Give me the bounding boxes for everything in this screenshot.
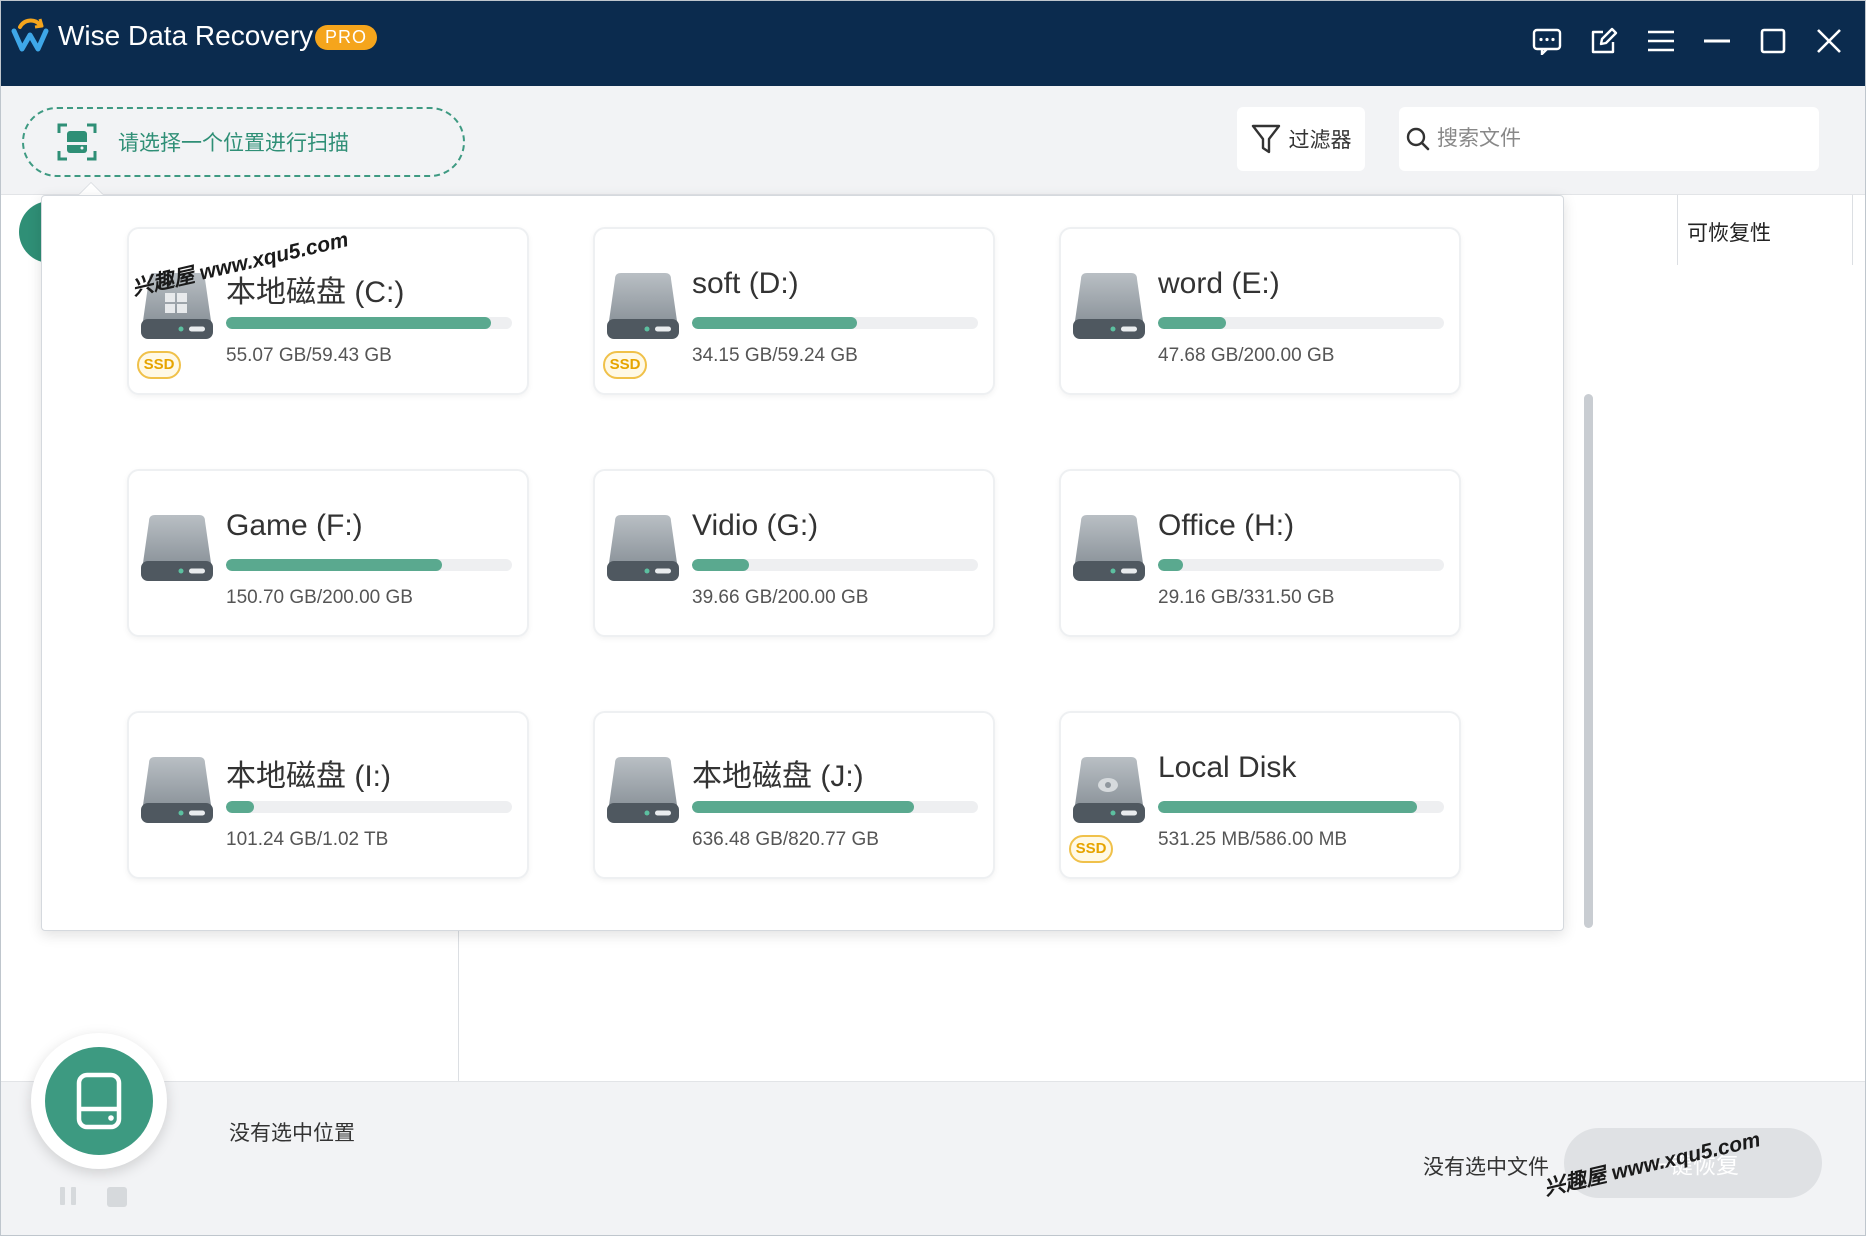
drive-usage: 531.25 MB/586.00 MB: [1158, 829, 1348, 850]
drive-card[interactable]: Office (H:) 29.16 GB/331.50 GB: [1059, 469, 1461, 637]
drive-name: word (E:): [1158, 267, 1280, 300]
drive-name: Game (F:): [226, 509, 363, 542]
minimize-icon: [1704, 39, 1730, 43]
scan-location-icon: [57, 123, 97, 161]
minimize-button[interactable]: [1695, 19, 1739, 63]
drive-name: Office (H:): [1158, 509, 1295, 542]
popup-pointer: [79, 183, 103, 195]
usage-bar-fill: [1158, 559, 1184, 571]
hard-drive-icon: [1073, 515, 1145, 581]
pause-icon[interactable]: [57, 1185, 79, 1207]
drive-scan-icon: [76, 1072, 122, 1130]
filter-button[interactable]: 过滤器: [1237, 107, 1365, 171]
drive-card[interactable]: 本地磁盘 (J:) 636.48 GB/820.77 GB: [593, 711, 995, 879]
drive-usage: 47.68 GB/200.00 GB: [1158, 345, 1335, 366]
edit-button[interactable]: [1582, 19, 1626, 63]
stop-icon[interactable]: [107, 1187, 127, 1207]
location-prompt-label: 请选择一个位置进行扫描: [118, 132, 349, 155]
usage-bar-fill: [226, 559, 442, 571]
ssd-badge: SSD: [137, 351, 181, 379]
maximize-button[interactable]: [1751, 19, 1795, 63]
edit-icon: [1591, 27, 1618, 54]
drive-name: soft (D:): [692, 267, 799, 300]
hard-drive-icon: [141, 515, 213, 581]
drive-card[interactable]: 本地磁盘 (I:) 101.24 GB/1.02 TB: [127, 711, 529, 879]
usage-bar-fill: [692, 559, 749, 571]
ssd-badge: SSD: [1069, 835, 1113, 863]
filter-label: 过滤器: [1288, 129, 1352, 152]
location-select-button[interactable]: 请选择一个位置进行扫描: [22, 107, 465, 177]
drive-usage: 55.07 GB/59.43 GB: [226, 345, 392, 366]
drive-card[interactable]: Vidio (G:) 39.66 GB/200.00 GB: [593, 469, 995, 637]
drive-name: Vidio (G:): [692, 509, 819, 542]
drive-usage: 29.16 GB/331.50 GB: [1158, 587, 1335, 608]
drive-card[interactable]: Local Disk 531.25 MB/586.00 MB SSD: [1059, 711, 1461, 879]
popup-scrollbar[interactable]: [1584, 394, 1593, 928]
app-window: Wise Data Recovery PRO 请选择一个位置进行扫描 过滤器 搜…: [0, 0, 1866, 1236]
drive-usage: 150.70 GB/200.00 GB: [226, 587, 413, 608]
feedback-button[interactable]: [1525, 19, 1569, 63]
usage-bar-fill: [1158, 801, 1418, 813]
drive-name: Local Disk: [1158, 751, 1297, 784]
close-icon: [1817, 29, 1841, 53]
pro-badge: PRO: [315, 25, 378, 50]
drive-name: 本地磁盘 (I:): [226, 760, 391, 793]
drive-usage: 39.66 GB/200.00 GB: [692, 587, 869, 608]
usage-bar-fill: [692, 801, 914, 813]
hard-drive-icon: [607, 515, 679, 581]
search-box[interactable]: [1399, 107, 1819, 171]
usage-bar: [1158, 801, 1444, 813]
hard-drive-icon: [141, 757, 213, 823]
usage-bar: [692, 559, 978, 571]
hard-drive-icon: [1073, 273, 1145, 339]
usage-bar: [692, 801, 978, 813]
usage-bar-fill: [1158, 317, 1227, 329]
drive-card[interactable]: word (E:) 47.68 GB/200.00 GB: [1059, 227, 1461, 395]
usage-bar: [226, 801, 512, 813]
hard-drive-icon: [607, 273, 679, 339]
usage-bar-fill: [226, 801, 254, 813]
search-icon: [1406, 127, 1430, 151]
filter-icon: [1251, 124, 1280, 154]
recoverability-column-header[interactable]: 可恢复性: [1687, 217, 1771, 247]
menu-icon: [1648, 30, 1674, 52]
column-divider: [1852, 195, 1853, 265]
search-input[interactable]: [1435, 126, 1795, 152]
drive-usage: 101.24 GB/1.02 TB: [226, 829, 389, 850]
usage-bar: [692, 317, 978, 329]
usage-bar-fill: [692, 317, 857, 329]
usage-bar: [1158, 559, 1444, 571]
drive-name: 本地磁盘 (J:): [692, 760, 864, 793]
usage-bar-fill: [226, 317, 492, 329]
selected-file-status: 没有选中文件: [1423, 1156, 1549, 1179]
column-divider: [1677, 195, 1678, 265]
title-bar: Wise Data Recovery PRO: [1, 1, 1865, 86]
drive-usage: 34.15 GB/59.24 GB: [692, 345, 858, 366]
drive-card[interactable]: soft (D:) 34.15 GB/59.24 GB SSD: [593, 227, 995, 395]
usage-bar: [226, 559, 512, 571]
usage-bar: [226, 317, 512, 329]
maximize-icon: [1760, 28, 1786, 54]
app-title: Wise Data Recovery: [58, 20, 314, 51]
selected-location-status: 没有选中位置: [229, 1122, 355, 1145]
hard-drive-icon: [607, 757, 679, 823]
drive-usage: 636.48 GB/820.77 GB: [692, 829, 879, 850]
drive-card[interactable]: Game (F:) 150.70 GB/200.00 GB: [127, 469, 529, 637]
feedback-icon: [1532, 28, 1562, 55]
usage-bar: [1158, 317, 1444, 329]
menu-button[interactable]: [1639, 19, 1683, 63]
toolbar: 请选择一个位置进行扫描 过滤器: [1, 86, 1865, 195]
drive-selection-popup: 本地磁盘 (C:) 55.07 GB/59.43 GB SSD soft (D:) 34…: [41, 195, 1593, 931]
ssd-badge: SSD: [603, 351, 647, 379]
app-logo-icon: [11, 18, 49, 52]
system-drive-icon: [1073, 757, 1145, 823]
scan-button[interactable]: [31, 1033, 167, 1169]
close-button[interactable]: [1807, 19, 1851, 63]
